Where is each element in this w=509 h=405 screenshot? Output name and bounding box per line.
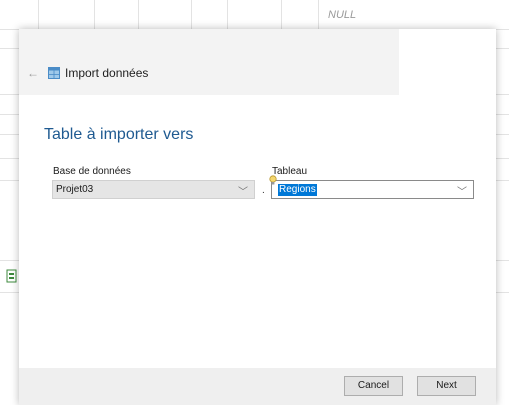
table-app-icon <box>48 67 60 79</box>
spreadsheet-edge-icon <box>6 269 17 283</box>
cancel-button[interactable]: Cancel <box>344 376 403 396</box>
database-select[interactable]: Projet03 ﹀ <box>52 180 255 199</box>
next-button[interactable]: Next <box>417 376 476 396</box>
section-title: Table à importer vers <box>44 126 194 143</box>
dialog-title: Import données <box>65 66 149 80</box>
table-select-value: Regions <box>278 184 317 196</box>
import-dialog: ← Import données Table à importer vers B… <box>19 29 496 405</box>
dialog-header: ← Import données <box>19 29 399 95</box>
chevron-down-icon: ﹀ <box>238 187 248 198</box>
back-arrow-icon[interactable]: ← <box>27 67 41 79</box>
table-select[interactable]: Regions ﹀ <box>271 180 474 199</box>
schema-separator: . <box>262 185 265 196</box>
grid-cell-null: NULL <box>328 9 357 21</box>
database-label: Base de données <box>53 166 131 177</box>
database-select-value: Projet03 <box>56 184 94 195</box>
chevron-down-icon: ﹀ <box>457 187 467 198</box>
lightbulb-icon <box>269 175 277 185</box>
grid-row-line <box>0 11 509 30</box>
